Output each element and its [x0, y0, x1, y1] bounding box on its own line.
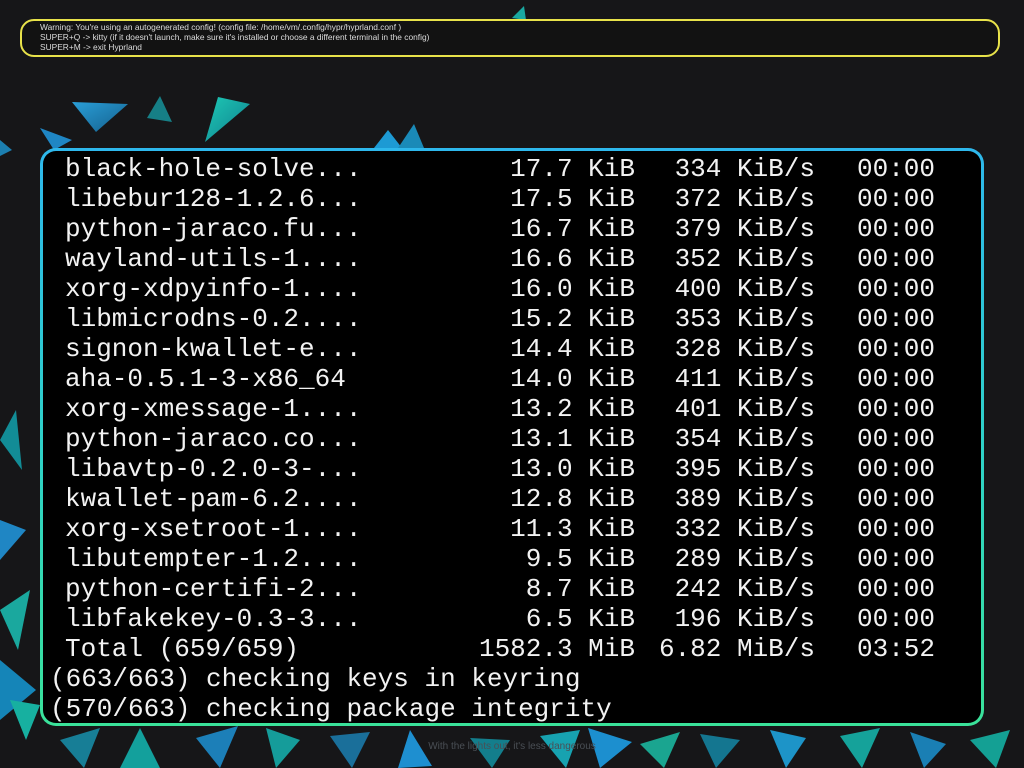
- download-speed: 372 KiB/s: [674, 184, 815, 214]
- package-name: libavtp-0.2.0-3-...: [65, 454, 362, 484]
- download-size: 17.5 KiB: [510, 184, 635, 214]
- download-size: 13.0 KiB: [510, 454, 635, 484]
- terminal-output: black-hole-solve... 17.7 KiB 334 KiB/s 00:0…: [50, 154, 981, 724]
- download-row: black-hole-solve... 17.7 KiB 334 KiB/s 00:0…: [50, 154, 981, 184]
- download-eta: 00:00: [856, 364, 935, 394]
- download-eta: 00:00: [856, 244, 935, 274]
- download-row: libfakekey-0.3-3... 6.5 KiB 196 KiB/s 00:00: [50, 604, 981, 634]
- package-name: python-jaraco.co...: [65, 424, 362, 454]
- download-eta: 00:00: [856, 604, 935, 634]
- download-size: 6.5 KiB: [525, 604, 635, 634]
- download-speed: 400 KiB/s: [674, 274, 815, 304]
- download-speed: 389 KiB/s: [674, 484, 815, 514]
- download-speed: 395 KiB/s: [674, 454, 815, 484]
- download-eta: 00:00: [856, 154, 935, 184]
- download-row: libavtp-0.2.0-3-... 13.0 KiB 395 KiB/s 00:0…: [50, 454, 981, 484]
- download-speed: 328 KiB/s: [674, 334, 815, 364]
- download-eta: 00:00: [856, 214, 935, 244]
- download-size: 16.0 KiB: [510, 274, 635, 304]
- download-eta: 00:00: [856, 304, 935, 334]
- package-name: xorg-xdpyinfo-1....: [65, 274, 362, 304]
- download-eta: 00:00: [856, 334, 935, 364]
- download-speed: 334 KiB/s: [674, 154, 815, 184]
- download-speed: 353 KiB/s: [674, 304, 815, 334]
- download-size: 1582.3 MiB: [478, 634, 635, 664]
- package-name: libebur128-1.2.6...: [65, 184, 362, 214]
- download-row: xorg-xdpyinfo-1.... 16.0 KiB 400 KiB/s 00:0…: [50, 274, 981, 304]
- package-name: xorg-xmessage-1....: [65, 394, 362, 424]
- download-size: 8.7 KiB: [525, 574, 635, 604]
- download-speed: 242 KiB/s: [674, 574, 815, 604]
- package-name: aha-0.5.1-3-x86_64: [65, 364, 346, 394]
- download-size: 16.6 KiB: [510, 244, 635, 274]
- total-row: Total (659/659) 1582.3 MiB 6.82 MiB/s 03:52: [50, 634, 981, 664]
- download-eta: 00:00: [856, 274, 935, 304]
- download-size: 17.7 KiB: [510, 154, 635, 184]
- download-size: 12.8 KiB: [510, 484, 635, 514]
- download-row: python-certifi-2... 8.7 KiB 242 KiB/s 00:00: [50, 574, 981, 604]
- download-size: 9.5 KiB: [525, 544, 635, 574]
- download-speed: 196 KiB/s: [674, 604, 815, 634]
- download-speed: 354 KiB/s: [674, 424, 815, 454]
- download-speed: 332 KiB/s: [674, 514, 815, 544]
- package-name: libutempter-1.2....: [65, 544, 362, 574]
- download-row: libutempter-1.2.... 9.5 KiB 289 KiB/s 00:00: [50, 544, 981, 574]
- pacman-status-line: (570/663) checking package integrity: [50, 694, 612, 724]
- package-name: libfakekey-0.3-3...: [65, 604, 362, 634]
- download-row: python-jaraco.co... 13.1 KiB 354 KiB/s 00:0…: [50, 424, 981, 454]
- pacman-status-line: (663/663) checking keys in keyring: [50, 664, 581, 694]
- download-speed: 379 KiB/s: [674, 214, 815, 244]
- download-eta: 00:00: [856, 574, 935, 604]
- download-eta: 00:00: [856, 184, 935, 214]
- download-row: xorg-xmessage-1.... 13.2 KiB 401 KiB/s 00:0…: [50, 394, 981, 424]
- download-size: 13.1 KiB: [510, 424, 635, 454]
- download-eta: 00:00: [856, 454, 935, 484]
- terminal-window[interactable]: black-hole-solve... 17.7 KiB 334 KiB/s 00:0…: [40, 148, 984, 726]
- exit-shortcut-line: SUPER+M -> exit Hyprland: [40, 42, 142, 53]
- download-speed: 6.82 MiB/s: [658, 634, 815, 664]
- download-row: xorg-xsetroot-1.... 11.3 KiB 332 KiB/s 00:0…: [50, 514, 981, 544]
- download-size: 14.0 KiB: [510, 364, 635, 394]
- download-size: 15.2 KiB: [510, 304, 635, 334]
- download-speed: 401 KiB/s: [674, 394, 815, 424]
- download-eta: 00:00: [856, 514, 935, 544]
- download-eta: 00:00: [856, 544, 935, 574]
- download-size: 14.4 KiB: [510, 334, 635, 364]
- download-row: python-jaraco.fu... 16.7 KiB 379 KiB/s 00:0…: [50, 214, 981, 244]
- download-eta: 00:00: [856, 394, 935, 424]
- package-name: wayland-utils-1....: [65, 244, 362, 274]
- warning-line: Warning: You're using an autogenerated c…: [40, 22, 402, 32]
- package-name: python-certifi-2...: [65, 574, 362, 604]
- package-name: signon-kwallet-e...: [65, 334, 362, 364]
- download-size: 13.2 KiB: [510, 394, 635, 424]
- download-speed: 411 KiB/s: [674, 364, 815, 394]
- download-row: libebur128-1.2.6... 17.5 KiB 372 KiB/s 00:0…: [50, 184, 981, 214]
- package-name: Total (659/659): [65, 634, 300, 664]
- download-row: libmicrodns-0.2.... 15.2 KiB 353 KiB/s 00:0…: [50, 304, 981, 334]
- package-name: black-hole-solve...: [65, 154, 362, 184]
- download-size: 11.3 KiB: [510, 514, 635, 544]
- package-name: libmicrodns-0.2....: [65, 304, 362, 334]
- wallpaper-tagline: With the lights out, it's less dangerous: [428, 741, 596, 752]
- download-row: kwallet-pam-6.2.... 12.8 KiB 389 KiB/s 00:0…: [50, 484, 981, 514]
- download-row: wayland-utils-1.... 16.6 KiB 352 KiB/s 00:0…: [50, 244, 981, 274]
- download-speed: 289 KiB/s: [674, 544, 815, 574]
- download-row: signon-kwallet-e... 14.4 KiB 328 KiB/s 00:0…: [50, 334, 981, 364]
- download-speed: 352 KiB/s: [674, 244, 815, 274]
- package-name: kwallet-pam-6.2....: [65, 484, 362, 514]
- download-row: aha-0.5.1-3-x86_64 14.0 KiB 411 KiB/s 00:00: [50, 364, 981, 394]
- package-name: xorg-xsetroot-1....: [65, 514, 362, 544]
- package-name: python-jaraco.fu...: [65, 214, 362, 244]
- autogenerated-config-warning: Warning: You're using an autogenerated c…: [20, 19, 1000, 57]
- download-eta: 00:00: [856, 484, 935, 514]
- download-size: 16.7 KiB: [510, 214, 635, 244]
- terminal-shortcut-line: SUPER+Q -> kitty (if it doesn't launch, …: [40, 32, 430, 43]
- download-eta: 03:52: [856, 634, 935, 664]
- download-eta: 00:00: [856, 424, 935, 454]
